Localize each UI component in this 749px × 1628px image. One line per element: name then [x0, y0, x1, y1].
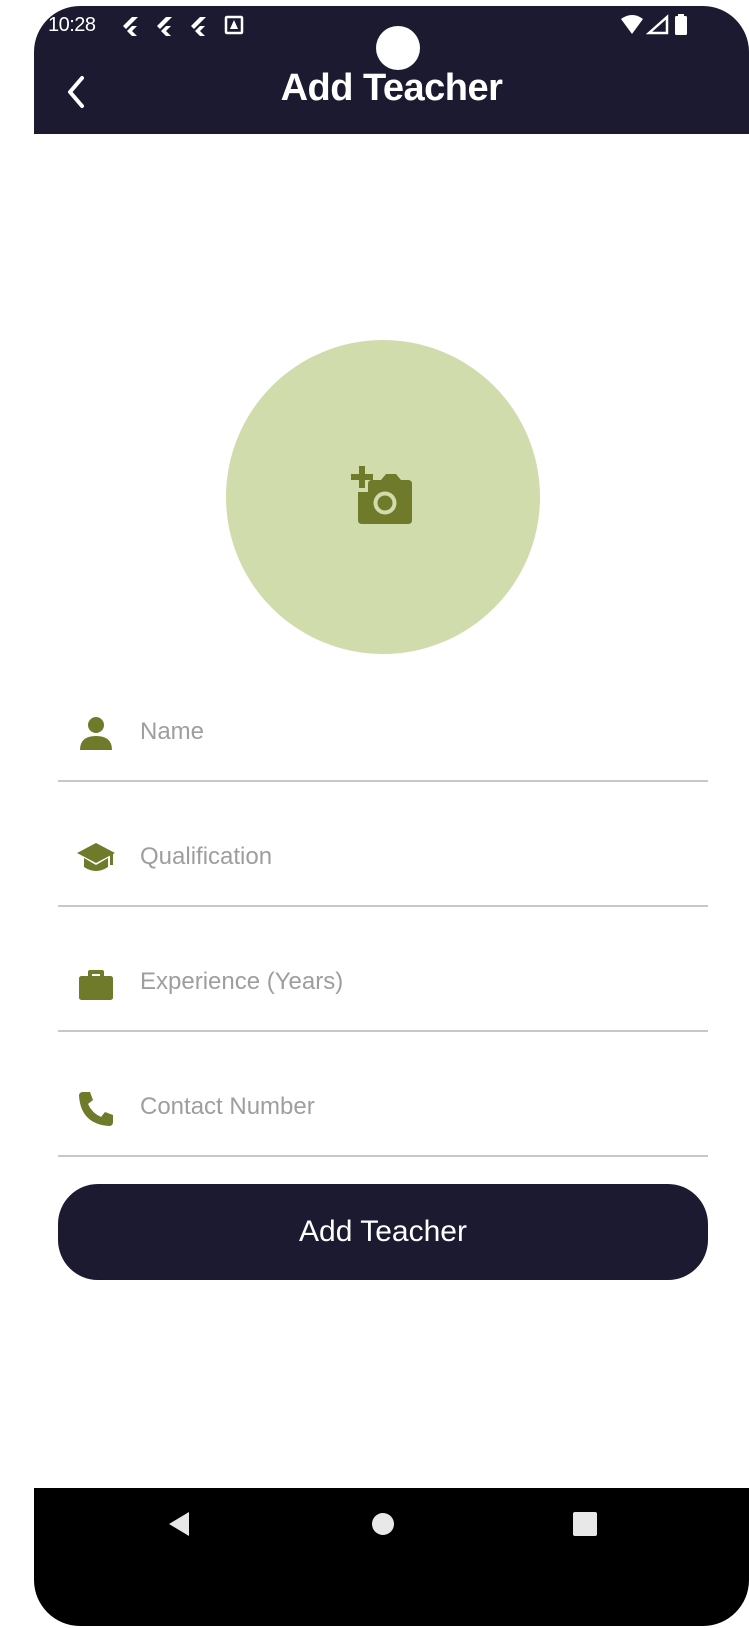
flutter-icon — [191, 17, 206, 36]
battery-icon — [675, 14, 687, 35]
graduation-cap-icon — [77, 843, 115, 871]
flutter-icon — [157, 17, 172, 36]
camera-cutout — [376, 26, 420, 70]
briefcase-icon — [79, 970, 113, 1000]
add-photo-button[interactable] — [226, 340, 540, 654]
home-circle-icon[interactable] — [370, 1510, 396, 1538]
recents-square-icon[interactable] — [572, 1510, 598, 1538]
name-field[interactable]: Name — [58, 658, 708, 782]
name-placeholder: Name — [140, 718, 205, 745]
add-a-photo-icon — [351, 466, 412, 524]
status-time: 10:28 — [48, 14, 96, 36]
experience-placeholder: Experience (Years) — [140, 968, 344, 995]
notification-a-icon — [224, 15, 244, 35]
signal-icon — [646, 14, 669, 35]
person-icon — [80, 717, 112, 750]
wifi-icon — [621, 15, 643, 34]
phone-icon — [79, 1092, 113, 1126]
system-nav-bar — [34, 1488, 749, 1626]
contact-number-placeholder: Contact Number — [140, 1093, 315, 1120]
app-bar: 10:28 Add Teacher — [34, 6, 749, 134]
add-teacher-button[interactable]: Add Teacher — [58, 1184, 708, 1280]
flutter-icon — [123, 17, 138, 36]
phone-screen: 10:28 Add Teacher Name Qualification Exp… — [34, 6, 749, 1626]
contact-number-field[interactable]: Contact Number — [58, 1033, 708, 1157]
back-triangle-icon[interactable] — [166, 1510, 192, 1538]
page-title: Add Teacher — [280, 67, 503, 109]
qualification-field[interactable]: Qualification — [58, 783, 708, 907]
experience-field[interactable]: Experience (Years) — [58, 908, 708, 1032]
qualification-placeholder: Qualification — [140, 843, 273, 870]
